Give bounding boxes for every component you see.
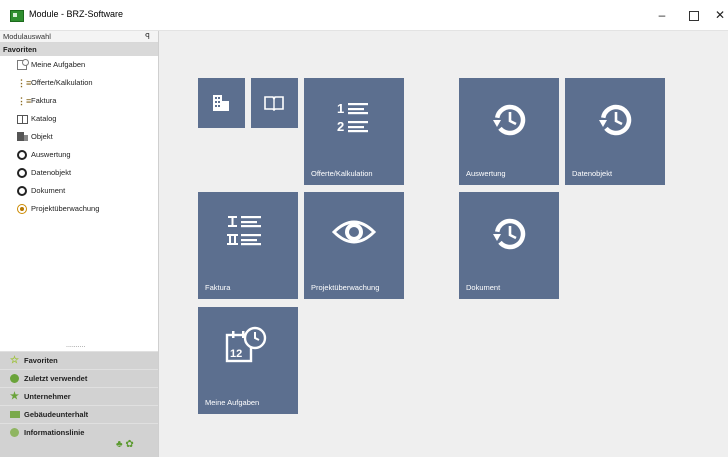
building-icon (213, 95, 229, 111)
svg-text:2: 2 (337, 119, 344, 134)
sidebar-item-label: Meine Aufgaben (31, 60, 86, 69)
history-icon (599, 104, 632, 136)
sidebar-item-datenobjekt[interactable]: Datenobjekt (0, 164, 158, 182)
sidebar-item-label: Faktura (31, 96, 57, 105)
sidebar-item-offerte-kalkulation[interactable]: ⋮≡ Offerte/Kalkulation (0, 74, 158, 92)
tile-label: Projektüberwachung (311, 283, 380, 292)
panel-title: Modulauswahl (3, 32, 51, 41)
history-icon (17, 186, 27, 196)
panel-header: Modulauswahl ꟼ (0, 31, 158, 43)
splitter-grip[interactable]: .......... (66, 342, 85, 349)
nav-label: Informationslinie (24, 428, 85, 437)
nav-zuletzt-verwendet[interactable]: Zuletzt verwendet (0, 369, 158, 387)
eye-icon (17, 204, 27, 214)
sidebar-item-label: Auswertung (31, 150, 71, 159)
nav-informationslinie[interactable]: Informationslinie (0, 423, 158, 441)
tile-meine-aufgaben[interactable]: 12 Meine Aufgaben (198, 307, 298, 414)
minimize-button[interactable]: – (649, 6, 675, 24)
tile-dokument[interactable]: Dokument (459, 192, 559, 299)
globe-icon (10, 428, 19, 437)
tile-label: Meine Aufgaben (205, 398, 260, 407)
book-icon (17, 115, 28, 124)
module-sidebar: Modulauswahl ꟼ Favoriten Meine Aufgaben … (0, 31, 159, 457)
roman-list-icon: ⋮≡ (17, 96, 32, 106)
tile-katalog[interactable] (251, 78, 298, 128)
nav-favoriten[interactable]: ☆ Favoriten (0, 351, 158, 369)
star-icon: ★ (10, 391, 19, 402)
nav-label: Gebäudeunterhalt (24, 410, 89, 419)
tasks-icon (17, 59, 29, 70)
history-icon (493, 218, 526, 250)
tile-label: Datenobjekt (572, 169, 613, 178)
numbered-list-icon: ⋮≡ (17, 78, 32, 88)
favorites-header: Favoriten (0, 43, 158, 56)
sidebar-item-label: Dokument (31, 186, 66, 195)
sidebar-item-label: Projektüberwachung (31, 204, 100, 213)
title-bar: Module - BRZ-Software – ✕ (0, 0, 728, 31)
roman-list-icon (227, 216, 261, 246)
sidebar-item-label: Objekt (31, 132, 53, 141)
maximize-button[interactable] (681, 6, 707, 24)
sidebar-item-projektueberwachung[interactable]: Projektüberwachung (0, 200, 158, 218)
close-button[interactable]: ✕ (707, 6, 728, 24)
history-icon (493, 104, 526, 136)
tile-faktura[interactable]: Faktura (198, 192, 298, 299)
book-icon (264, 96, 284, 112)
nav-label: Favoriten (24, 356, 58, 365)
calendar-clock-icon: 12 (225, 326, 267, 363)
nav-unternehmer[interactable]: ★ Unternehmer (0, 387, 158, 405)
tile-datenobjekt[interactable]: Datenobjekt (565, 78, 665, 185)
tile-projektueberwachung[interactable]: Projektüberwachung (304, 192, 404, 299)
sidebar-item-auswertung[interactable]: Auswertung (0, 146, 158, 164)
sidebar-item-label: Offerte/Kalkulation (31, 78, 93, 87)
sidebar-item-label: Datenobjekt (31, 168, 72, 177)
nav-label: Unternehmer (24, 392, 71, 401)
numbered-list-icon: 1 2 (337, 101, 368, 134)
sidebar-item-meine-aufgaben[interactable]: Meine Aufgaben (0, 56, 158, 74)
tile-label: Faktura (205, 283, 231, 292)
window-title: Module - BRZ-Software (29, 9, 124, 19)
sidebar-item-dokument[interactable]: Dokument (0, 182, 158, 200)
nav-gebaeudeunterhalt[interactable]: Gebäudeunterhalt (0, 405, 158, 423)
sidebar-item-katalog[interactable]: Katalog (0, 110, 158, 128)
folder-icon (10, 411, 20, 418)
star-icon: ☆ (10, 355, 19, 366)
tile-label: Auswertung (466, 169, 506, 178)
pin-icon[interactable]: ꟼ (145, 31, 150, 42)
svg-text:1: 1 (337, 101, 344, 116)
sidebar-item-objekt[interactable]: Objekt (0, 128, 158, 146)
nav-label: Zuletzt verwendet (24, 374, 88, 383)
sidebar-item-faktura[interactable]: ⋮≡ Faktura (0, 92, 158, 110)
tile-offerte-kalkulation[interactable]: 1 2 Offerte/Kalkulation (304, 78, 404, 185)
history-icon (17, 168, 27, 178)
tile-auswertung[interactable]: Auswertung (459, 78, 559, 185)
bottom-navigation: ☆ Favoriten Zuletzt verwendet ★ Unterneh… (0, 351, 158, 457)
app-icon (10, 10, 24, 22)
module-workspace: 1 2 Offerte/Kalkulation Auswertung Daten… (159, 31, 728, 457)
building-icon (17, 132, 28, 141)
tile-label: Offerte/Kalkulation (311, 169, 373, 178)
recent-icon (10, 374, 19, 383)
tile-label: Dokument (466, 283, 501, 292)
sidebar-item-label: Katalog (31, 114, 57, 123)
footer-icons[interactable]: ♣ ✿ (116, 439, 134, 450)
maximize-icon (689, 11, 699, 21)
eye-icon (332, 220, 376, 244)
svg-text:12: 12 (230, 348, 242, 360)
history-icon (17, 150, 27, 160)
tile-objekt[interactable] (198, 78, 245, 128)
